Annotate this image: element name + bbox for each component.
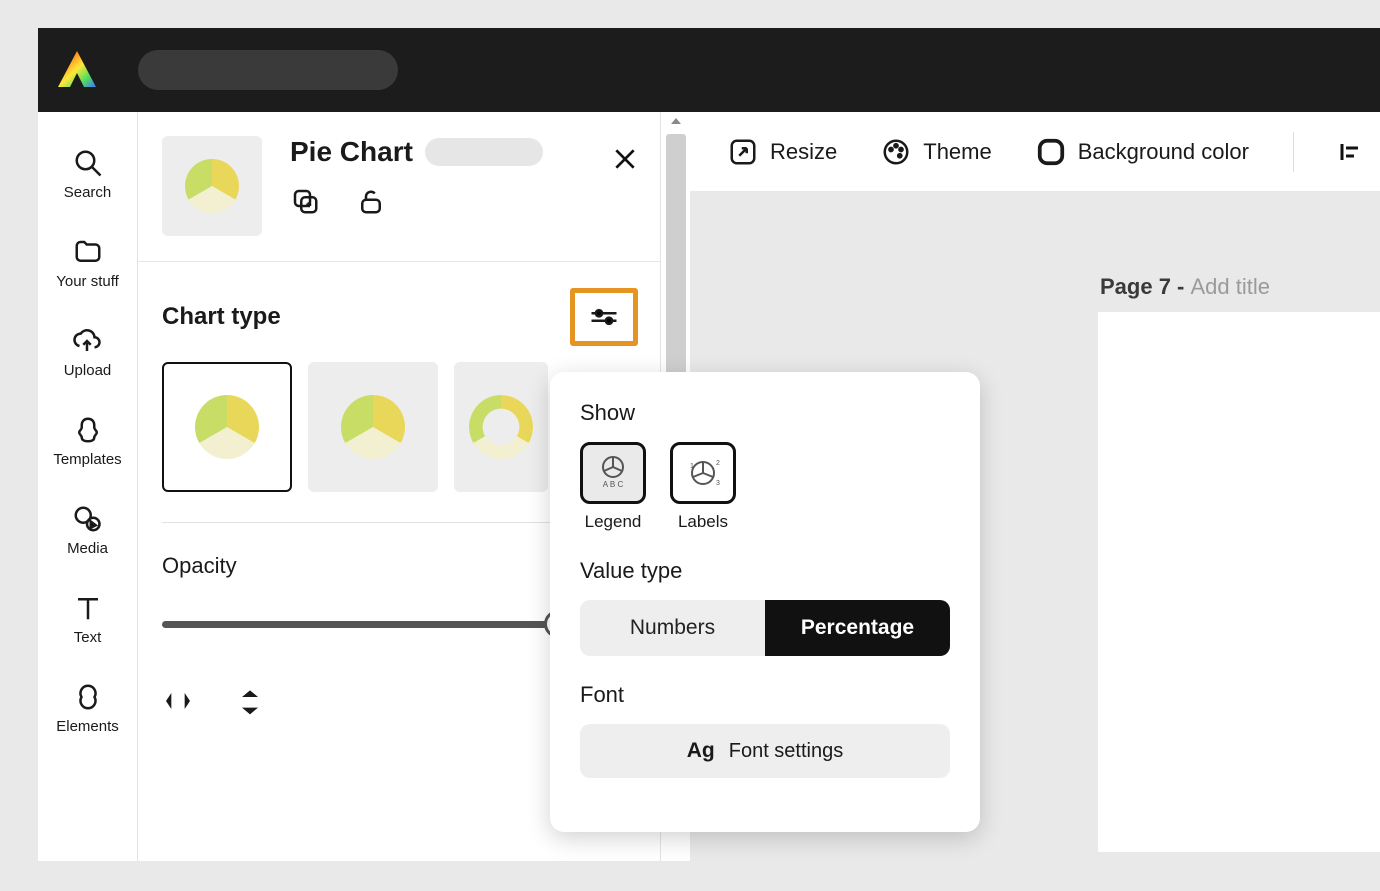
align-icon[interactable] (1338, 140, 1362, 164)
toolbar-separator (1293, 132, 1294, 172)
font-settings-button[interactable]: Ag Font settings (580, 724, 950, 778)
chart-type-heading: Chart type (162, 303, 281, 331)
flip-vertical-icon[interactable] (234, 685, 266, 717)
top-bar (38, 28, 1380, 112)
pie-icon (185, 159, 239, 213)
panel-header: Pie Chart (138, 112, 662, 262)
donut-icon (469, 395, 533, 459)
flip-horizontal-icon[interactable] (162, 685, 194, 717)
rail-label: Elements (56, 718, 119, 735)
left-rail: Search Your stuff Upload Templates Media… (38, 112, 138, 861)
rail-label: Your stuff (56, 273, 119, 290)
show-option-label: Labels (678, 512, 728, 532)
toolbar-resize[interactable]: Resize (728, 137, 837, 167)
rail-label: Templates (53, 451, 121, 468)
chart-options-popover: Show A B C Legend 1 2 3 Labels (550, 372, 980, 832)
rail-item-elements[interactable]: Elements (56, 682, 119, 735)
page-label[interactable]: Page 7 - Add title (1100, 274, 1270, 300)
svg-text:2: 2 (716, 460, 720, 467)
svg-text:1: 1 (690, 463, 694, 470)
show-option-labels[interactable]: 1 2 3 Labels (670, 442, 736, 532)
media-icon (72, 504, 102, 534)
value-type-numbers[interactable]: Numbers (580, 600, 765, 656)
popover-valuetype-heading: Value type (580, 558, 950, 584)
toolbar-label: Resize (770, 139, 837, 165)
resize-icon (728, 137, 758, 167)
rail-item-your-stuff[interactable]: Your stuff (56, 237, 119, 290)
page-number: Page 7 - (1100, 274, 1190, 299)
text-icon (73, 593, 103, 623)
folder-icon (73, 237, 103, 267)
toolbar-label: Theme (923, 139, 991, 165)
value-type-percentage[interactable]: Percentage (765, 600, 950, 656)
duplicate-icon[interactable] (290, 186, 320, 216)
page-canvas[interactable] (1098, 312, 1380, 852)
popover-font-heading: Font (580, 682, 950, 708)
labels-option-icon: 1 2 3 (681, 451, 725, 495)
sliders-icon (589, 305, 619, 329)
toolbar-theme[interactable]: Theme (881, 137, 991, 167)
font-glyph-icon: Ag (687, 739, 715, 763)
background-icon (1036, 137, 1066, 167)
toolbar-label: Background color (1078, 139, 1249, 165)
svg-text:A B C: A B C (603, 480, 624, 489)
value-type-segmented: Numbers Percentage (580, 600, 950, 656)
opacity-slider[interactable] (162, 621, 558, 628)
svg-text:3: 3 (716, 480, 720, 487)
rail-label: Search (64, 184, 112, 201)
show-option-label: Legend (585, 512, 642, 532)
templates-icon (73, 415, 103, 445)
rail-label: Text (74, 629, 102, 646)
rail-label: Upload (64, 362, 112, 379)
rail-label: Media (67, 540, 108, 557)
popover-show-heading: Show (580, 400, 950, 426)
rail-item-text[interactable]: Text (73, 593, 103, 646)
search-icon (73, 148, 103, 178)
page-title-placeholder: Add title (1190, 274, 1270, 299)
labels-option-box: 1 2 3 (670, 442, 736, 504)
unlock-icon[interactable] (356, 186, 386, 216)
chart-type-option-pie-legend[interactable] (162, 362, 292, 492)
rail-item-search[interactable]: Search (64, 148, 112, 201)
chart-type-options-button[interactable] (570, 288, 638, 346)
rail-item-templates[interactable]: Templates (53, 415, 121, 468)
panel-title: Pie Chart (290, 136, 413, 168)
chart-type-option-donut[interactable] (454, 362, 548, 492)
elements-icon (73, 682, 103, 712)
rail-item-media[interactable]: Media (67, 504, 108, 557)
rail-item-upload[interactable]: Upload (64, 326, 112, 379)
panel-title-chip (425, 138, 543, 166)
chart-type-option-pie-labels[interactable] (308, 362, 438, 492)
selected-element-thumbnail (162, 136, 262, 236)
palette-icon (881, 137, 911, 167)
legend-option-box: A B C (580, 442, 646, 504)
toolbar-background-color[interactable]: Background color (1036, 137, 1249, 167)
app-logo-icon (56, 49, 98, 91)
canvas-toolbar: Resize Theme Background color (690, 112, 1380, 192)
upload-cloud-icon (72, 326, 102, 356)
scroll-up-icon[interactable] (661, 112, 690, 130)
pie-icon (195, 395, 259, 459)
document-title-pill[interactable] (138, 50, 398, 90)
pie-icon (341, 395, 405, 459)
close-icon[interactable] (612, 146, 638, 172)
legend-option-icon: A B C (591, 451, 635, 495)
font-button-label: Font settings (729, 740, 844, 763)
scrollbar-thumb[interactable] (666, 134, 686, 404)
show-option-legend[interactable]: A B C Legend (580, 442, 646, 532)
